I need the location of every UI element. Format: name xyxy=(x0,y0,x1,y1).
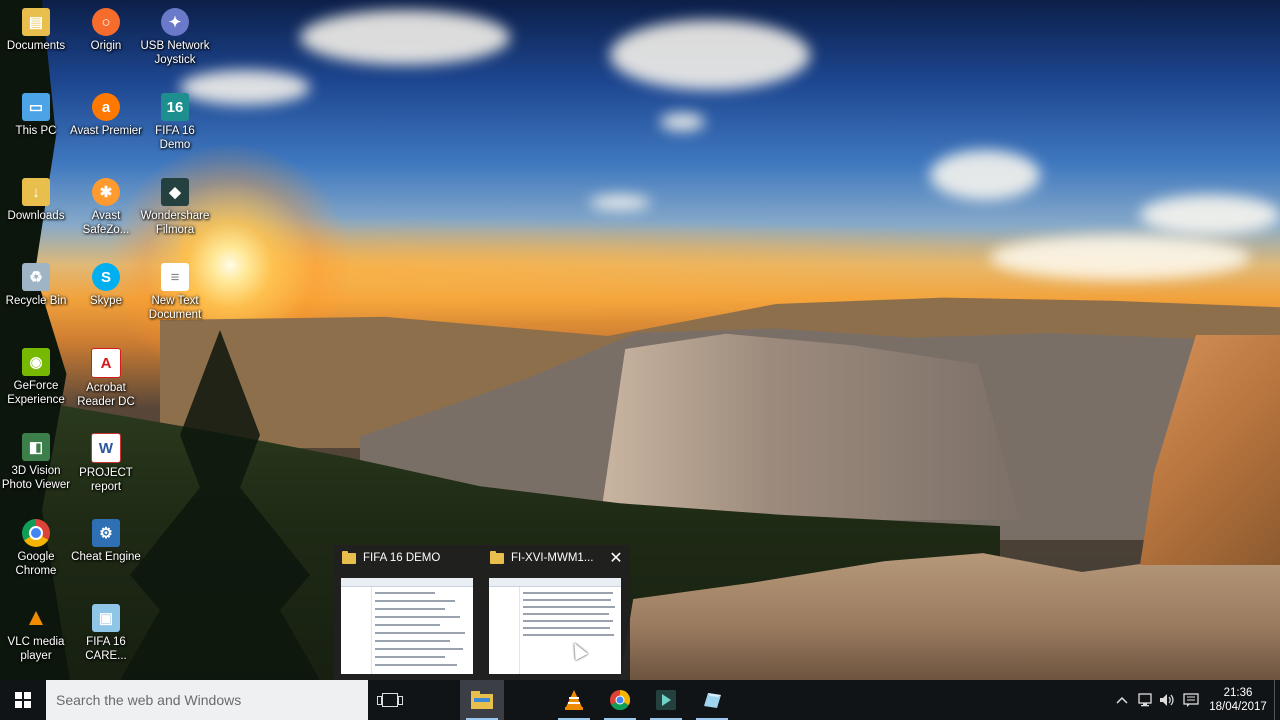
folder-downloads-icon: ↓ xyxy=(22,178,50,206)
folder-icon xyxy=(342,550,356,564)
windows-logo-icon xyxy=(15,692,31,708)
network-button[interactable] xyxy=(1134,680,1156,720)
task-view-button[interactable] xyxy=(370,680,410,720)
file-explorer-icon xyxy=(471,689,493,711)
recycle-bin-icon: ♻ xyxy=(22,263,50,291)
cloud xyxy=(1140,195,1280,235)
desktop-icon-cheat-engine[interactable]: ⚙ Cheat Engine xyxy=(70,511,142,595)
action-center-icon xyxy=(1183,693,1199,707)
3d-vision-icon: ◧ xyxy=(22,433,50,461)
desktop-icon-recycle-bin[interactable]: ♻ Recycle Bin xyxy=(0,255,72,339)
desktop-icon-skype[interactable]: S Skype xyxy=(70,255,142,339)
start-button[interactable] xyxy=(0,680,46,720)
task-view-icon xyxy=(377,693,403,707)
desktop-icon-documents[interactable]: ▤ Documents xyxy=(0,0,72,84)
desktop-icon-filmora[interactable]: ◆ Wondershare Filmora xyxy=(139,170,211,254)
clock-date: 18/04/2017 xyxy=(1209,701,1267,713)
desktop-icon-chrome[interactable]: Google Chrome xyxy=(0,511,72,595)
volume-icon xyxy=(1160,694,1174,706)
desktop-icon-vlc[interactable]: ▲ VLC media player xyxy=(0,596,72,680)
cloud xyxy=(990,235,1250,280)
thumbnail-fifa-16-demo[interactable]: FIFA 16 DEMO xyxy=(334,545,482,680)
skype-icon: S xyxy=(92,263,120,291)
avast-safezone-icon: ✱ xyxy=(92,178,120,206)
desktop-icon-origin[interactable]: ○ Origin xyxy=(70,0,142,84)
chrome-icon xyxy=(609,689,631,711)
cloud xyxy=(930,150,1040,200)
geforce-icon: ◉ xyxy=(22,348,50,376)
chrome-icon xyxy=(22,519,50,547)
volume-button[interactable] xyxy=(1156,680,1178,720)
filmora-icon xyxy=(655,689,677,711)
taskbar-thumbnail-previews: FIFA 16 DEMO FI-XVI-MWM1... ✕ xyxy=(334,545,630,680)
cheat-engine-icon: ⚙ xyxy=(92,519,120,547)
desktop-icon-acrobat[interactable]: A Acrobat Reader DC xyxy=(70,340,142,424)
desktop-icon-avast-safezone[interactable]: ✱ Avast SafeZo... xyxy=(70,170,142,254)
filmora-icon: ◆ xyxy=(161,178,189,206)
desktop-icon-project-report[interactable]: W PROJECT report xyxy=(70,425,142,509)
computer-icon: ▭ xyxy=(22,93,50,121)
acrobat-icon: A xyxy=(91,348,121,378)
vlc-icon: ▲ xyxy=(24,604,48,631)
joystick-icon: ✦ xyxy=(161,8,189,36)
taskbar: Search the web and Windows 21:36 18/04/2… xyxy=(0,680,1280,720)
cloud xyxy=(610,20,810,90)
search-placeholder: Search the web and Windows xyxy=(56,692,242,708)
network-icon xyxy=(1138,693,1152,707)
desktop-icon-fifa-career[interactable]: ▣ FIFA 16 CARE... xyxy=(70,596,142,680)
cheat-engine-icon xyxy=(701,689,723,711)
cloud xyxy=(300,10,510,65)
text-document-icon: ≡ xyxy=(161,263,189,291)
desktop-icon-downloads[interactable]: ↓ Downloads xyxy=(0,170,72,254)
fifa-icon: 16 xyxy=(161,93,189,121)
search-box[interactable]: Search the web and Windows xyxy=(46,680,368,720)
desktop-icon-avast-premier[interactable]: a Avast Premier xyxy=(70,85,142,169)
taskbar-app-vlc[interactable] xyxy=(552,680,596,720)
show-hidden-icons-button[interactable] xyxy=(1112,680,1132,720)
desktop-icon-fifa-16-demo[interactable]: 16 FIFA 16 Demo xyxy=(139,85,211,169)
window-preview xyxy=(341,578,473,674)
thumbnail-title: FI-XVI-MWM1... xyxy=(511,552,594,564)
taskbar-app-filmora[interactable] xyxy=(644,680,688,720)
avast-icon: a xyxy=(92,93,120,121)
taskbar-app-file-explorer[interactable] xyxy=(460,680,504,720)
folder-icon xyxy=(490,550,504,564)
desktop-icon-this-pc[interactable]: ▭ This PC xyxy=(0,85,72,169)
clock-time: 21:36 xyxy=(1223,687,1253,699)
action-center-button[interactable] xyxy=(1180,680,1202,720)
thumbnail-fi-xvi-mwm1[interactable]: FI-XVI-MWM1... ✕ xyxy=(482,545,630,680)
fifa-career-icon: ▣ xyxy=(92,604,120,632)
thumbnail-title: FIFA 16 DEMO xyxy=(363,552,441,564)
origin-icon: ○ xyxy=(92,8,120,36)
cloud xyxy=(590,195,650,210)
chevron-up-icon xyxy=(1116,696,1128,704)
clock[interactable]: 21:36 18/04/2017 xyxy=(1206,680,1270,720)
show-desktop-button[interactable] xyxy=(1274,680,1280,720)
window-preview xyxy=(489,578,621,674)
word-document-icon: W xyxy=(91,433,121,463)
taskbar-app-chrome[interactable] xyxy=(598,680,642,720)
vlc-icon xyxy=(563,689,585,711)
taskbar-app-cheat-engine[interactable] xyxy=(690,680,734,720)
desktop-icon-usb-joystick[interactable]: ✦ USB Network Joystick xyxy=(139,0,211,84)
folder-documents-icon: ▤ xyxy=(22,8,50,36)
cloud xyxy=(660,113,705,131)
desktop-icon-3d-vision[interactable]: ◧ 3D Vision Photo Viewer xyxy=(0,425,72,509)
close-icon[interactable]: ✕ xyxy=(608,551,624,567)
desktop-icon-geforce[interactable]: ◉ GeForce Experience xyxy=(0,340,72,424)
desktop-icon-new-text-document[interactable]: ≡ New Text Document xyxy=(139,255,211,339)
